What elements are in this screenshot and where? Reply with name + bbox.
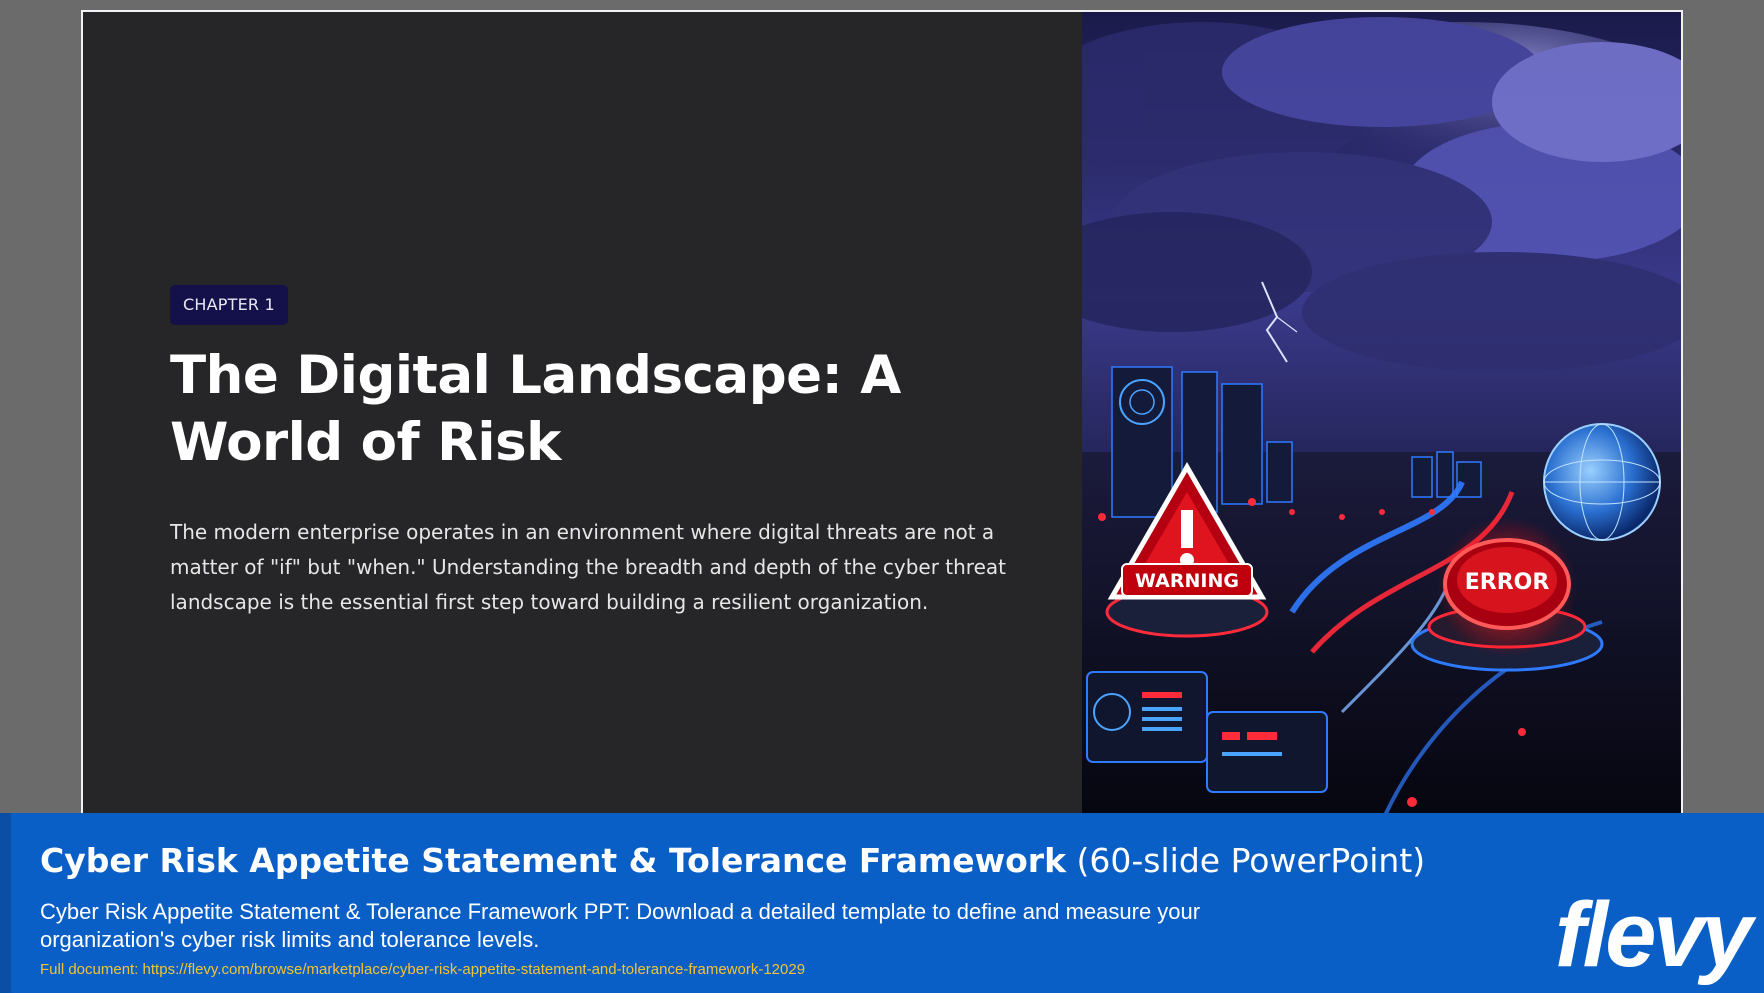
document-title-format: (60-slide PowerPoint) [1076,841,1426,880]
full-document-link[interactable]: Full document: https://flevy.com/browse/… [40,960,805,980]
document-title: Cyber Risk Appetite Statement & Toleranc… [40,839,1460,883]
slide: CHAPTER 1 The Digital Landscape: A World… [81,10,1683,820]
warning-sign-text: WARNING [1135,570,1239,592]
document-title-main: Cyber Risk Appetite Statement & Toleranc… [40,841,1067,880]
cyber-risk-illustration: WARNING ERROR [1082,12,1681,818]
banner-accent-stripe [0,813,11,993]
slide-text-panel: CHAPTER 1 The Digital Landscape: A World… [83,12,1083,818]
chapter-badge: CHAPTER 1 [170,285,288,325]
error-sign-text: ERROR [1465,570,1550,595]
page: CHAPTER 1 The Digital Landscape: A World… [0,0,1764,993]
flevy-logo[interactable]: flevy [1555,889,1753,981]
slide-body-text: The modern enterprise operates in an env… [170,520,1006,614]
document-description: Cyber Risk Appetite Statement & Toleranc… [40,899,1201,952]
cyber-city-image: WARNING ERROR [1082,12,1681,818]
slide-title: The Digital Landscape: A World of Risk [170,345,901,473]
document-banner: Cyber Risk Appetite Statement & Toleranc… [0,813,1764,993]
